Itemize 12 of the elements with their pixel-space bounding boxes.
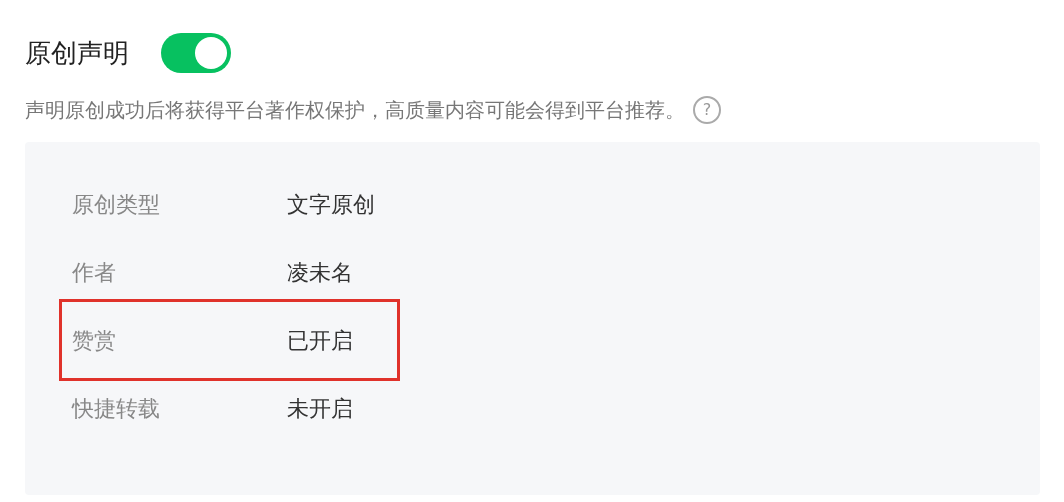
section-title: 原创声明 bbox=[25, 36, 129, 70]
field-value: 文字原创 bbox=[287, 190, 375, 219]
field-value: 已开启 bbox=[287, 326, 353, 355]
field-label: 赞赏 bbox=[72, 326, 117, 355]
field-label: 原创类型 bbox=[72, 190, 161, 219]
field-label: 作者 bbox=[72, 258, 117, 287]
toggle-switch[interactable] bbox=[161, 33, 231, 73]
field-value: 凌未名 bbox=[287, 258, 353, 287]
field-value: 未开启 bbox=[287, 394, 353, 423]
field-label: 快捷转载 bbox=[72, 394, 161, 423]
help-icon[interactable]: ? bbox=[693, 96, 721, 124]
description-text: 声明原创成功后将获得平台著作权保护，高质量内容可能会得到平台推荐。 bbox=[25, 97, 685, 124]
